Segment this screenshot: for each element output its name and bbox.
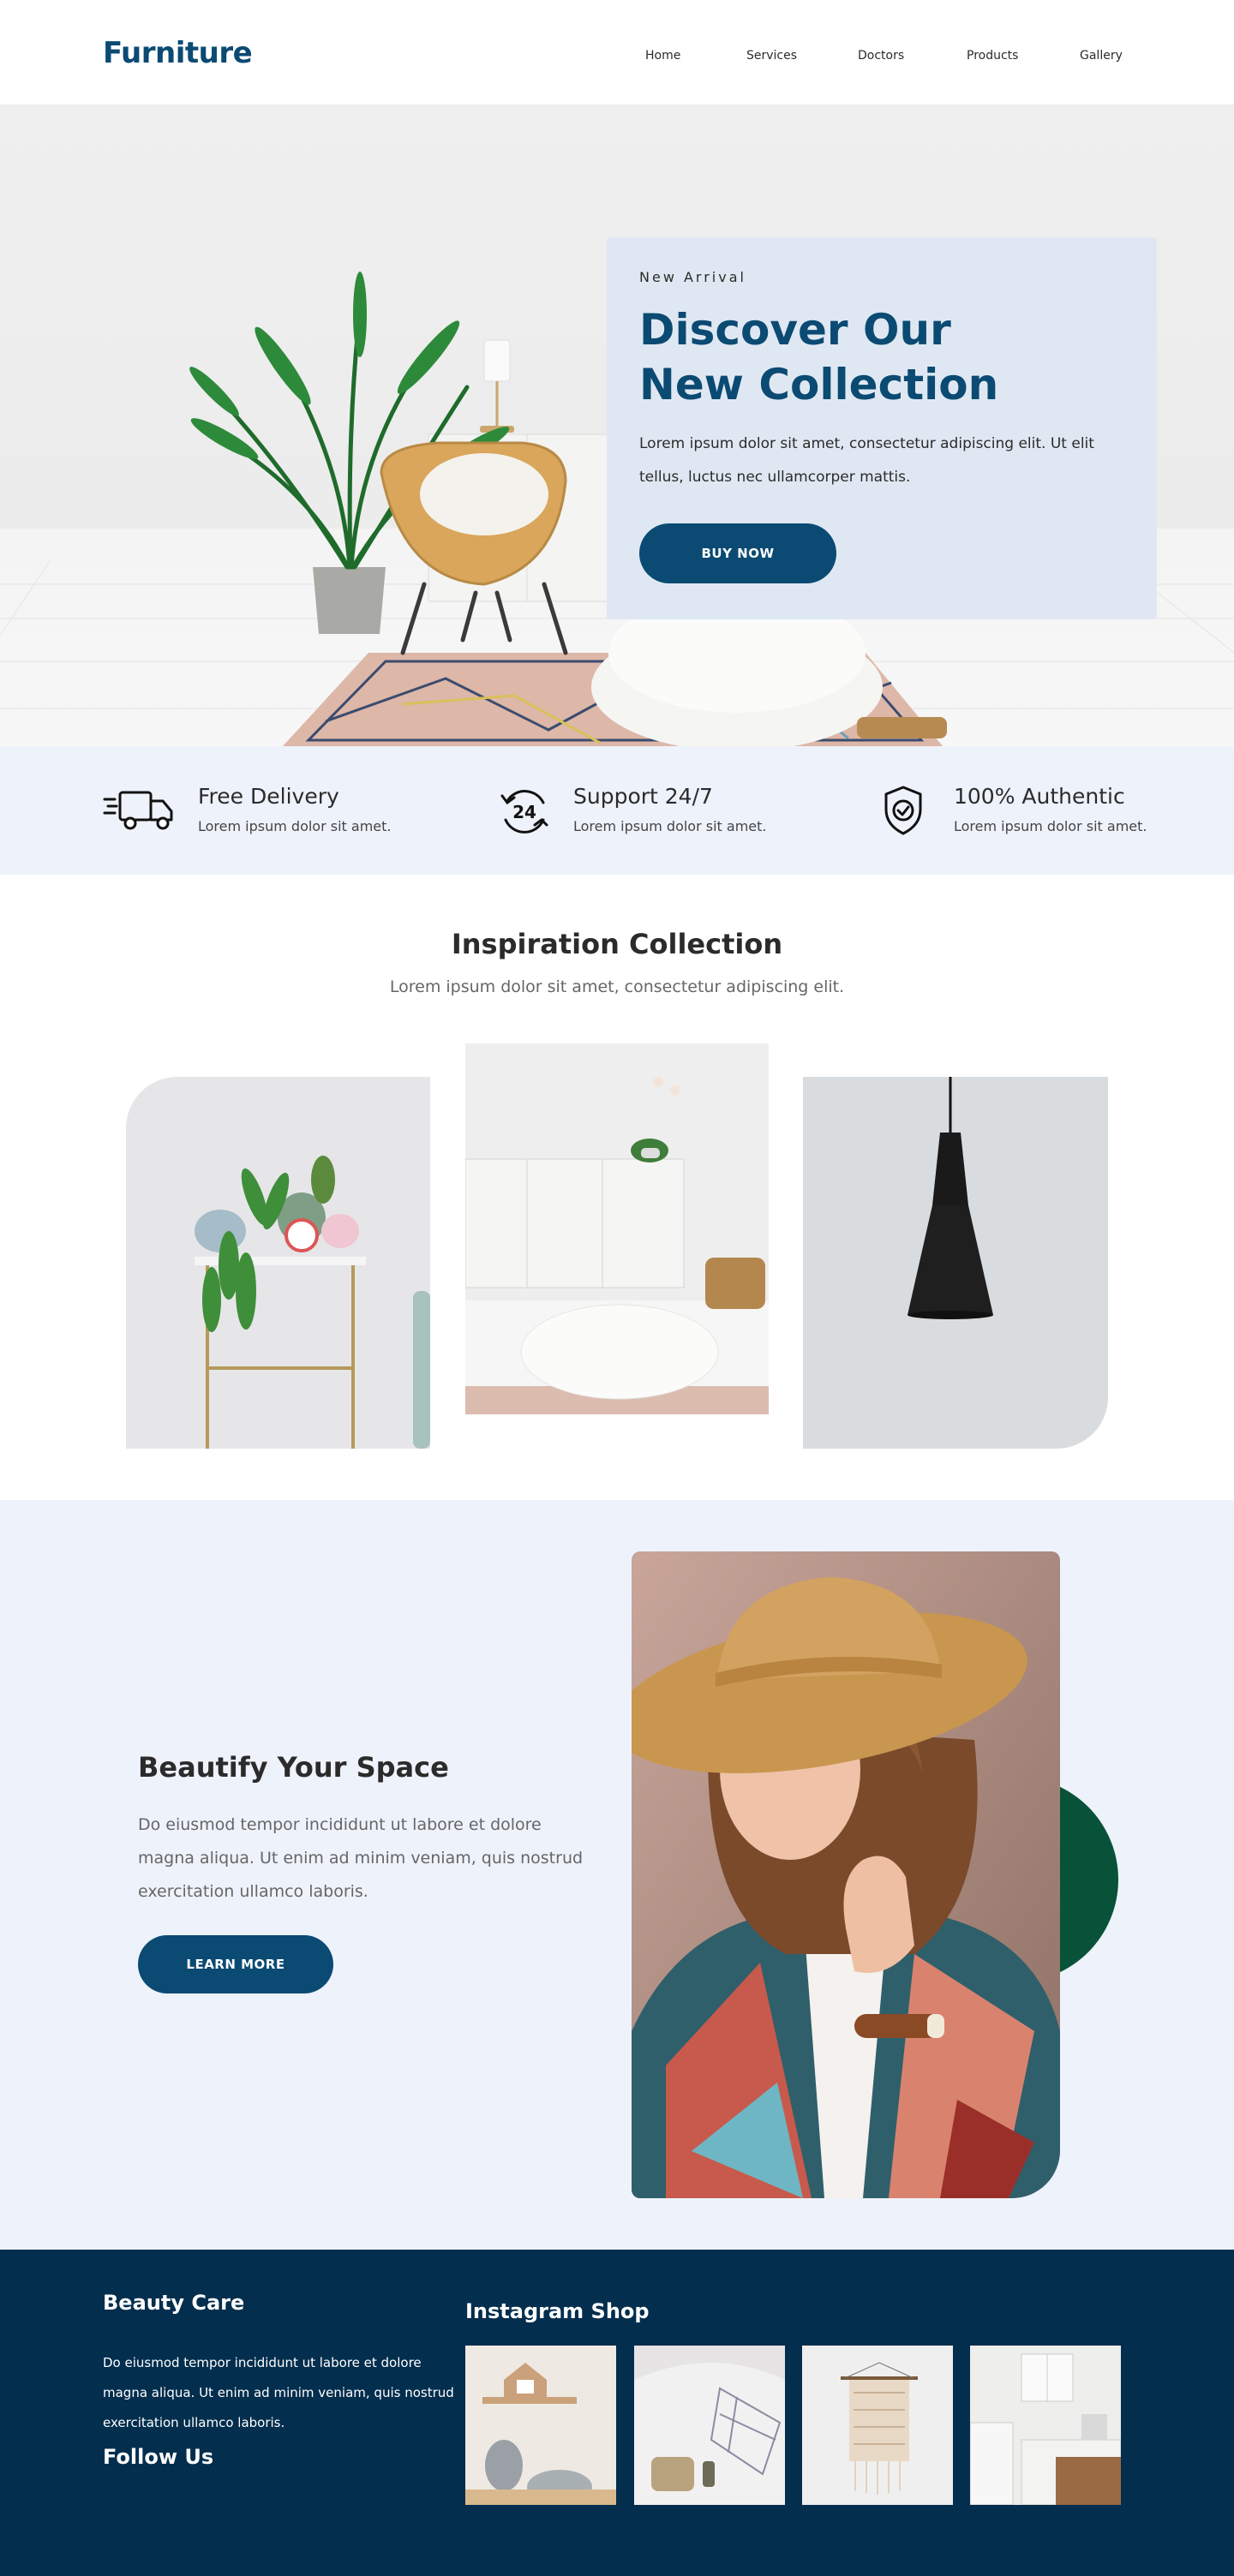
instagram-photo-kitchen[interactable] (970, 2346, 1121, 2505)
features-bar: Free Delivery Lorem ipsum dolor sit amet… (0, 746, 1234, 875)
hero-eyebrow: New Arrival (639, 269, 746, 285)
buy-now-button[interactable]: BUY NOW (639, 523, 836, 583)
svg-text:24: 24 (512, 802, 536, 822)
delivery-truck-icon (103, 791, 173, 830)
site-header: Furniture Home Services Doctors Products… (0, 0, 1234, 105)
footer-instagram-title: Instagram Shop (465, 2299, 650, 2323)
footer-follow-us-title: Follow Us (103, 2445, 214, 2469)
feature-title: 100% Authentic (954, 784, 1125, 809)
support-24-7-icon: 24 (500, 790, 548, 834)
beautify-title: Beautify Your Space (138, 1751, 449, 1784)
instagram-photo-bedroom[interactable] (634, 2346, 785, 2505)
shield-check-icon (884, 786, 922, 835)
inspiration-section: Inspiration Collection Lorem ipsum dolor… (0, 875, 1234, 1500)
nav-services[interactable]: Services (746, 49, 797, 63)
feature-text: Lorem ipsum dolor sit amet. (573, 818, 767, 834)
inspiration-image-pouf[interactable] (465, 1043, 769, 1414)
footer-beauty-care-title: Beauty Care (103, 2291, 245, 2315)
inspiration-subtitle: Lorem ipsum dolor sit amet, consectetur … (389, 977, 845, 996)
feature-text: Lorem ipsum dolor sit amet. (954, 818, 1147, 834)
feature-text: Lorem ipsum dolor sit amet. (198, 818, 392, 834)
learn-more-button[interactable]: LEARN MORE (138, 1935, 333, 1993)
nav-gallery[interactable]: Gallery (1080, 49, 1123, 63)
site-footer: Beauty Care Do eiusmod tempor incididunt… (0, 2250, 1234, 2576)
inspiration-title: Inspiration Collection (451, 928, 783, 960)
feature-title: Support 24/7 (573, 784, 713, 809)
main-nav: Home Services Doctors Products Gallery (0, 49, 1234, 66)
nav-home[interactable]: Home (645, 49, 680, 63)
hero-title: Discover Our New Collection (639, 302, 1119, 412)
beautify-description: Do eiusmod tempor incididunt ut labore e… (138, 1815, 584, 1901)
beautify-section: Beautify Your Space Do eiusmod tempor in… (0, 1500, 1234, 2250)
nav-products[interactable]: Products (967, 49, 1018, 63)
woman-in-hat-photo (632, 1551, 1060, 2198)
footer-description: Do eiusmod tempor incididunt ut labore e… (103, 2355, 454, 2430)
hero-title-line-2: New Collection (639, 360, 999, 409)
hero-title-line-1: Discover Our (639, 305, 951, 355)
feature-title: Free Delivery (198, 784, 339, 809)
inspiration-image-lamp[interactable] (803, 1077, 1108, 1449)
inspiration-image-plants[interactable] (126, 1077, 430, 1449)
nav-doctors[interactable]: Doctors (858, 49, 904, 63)
instagram-photo-kids-shelf[interactable] (465, 2346, 616, 2505)
hero-card: New Arrival Discover Our New Collection … (607, 237, 1157, 619)
hero-section: New Arrival Discover Our New Collection … (0, 105, 1234, 746)
instagram-photo-macrame[interactable] (802, 2346, 953, 2505)
hero-description: Lorem ipsum dolor sit amet, consectetur … (639, 435, 1094, 486)
